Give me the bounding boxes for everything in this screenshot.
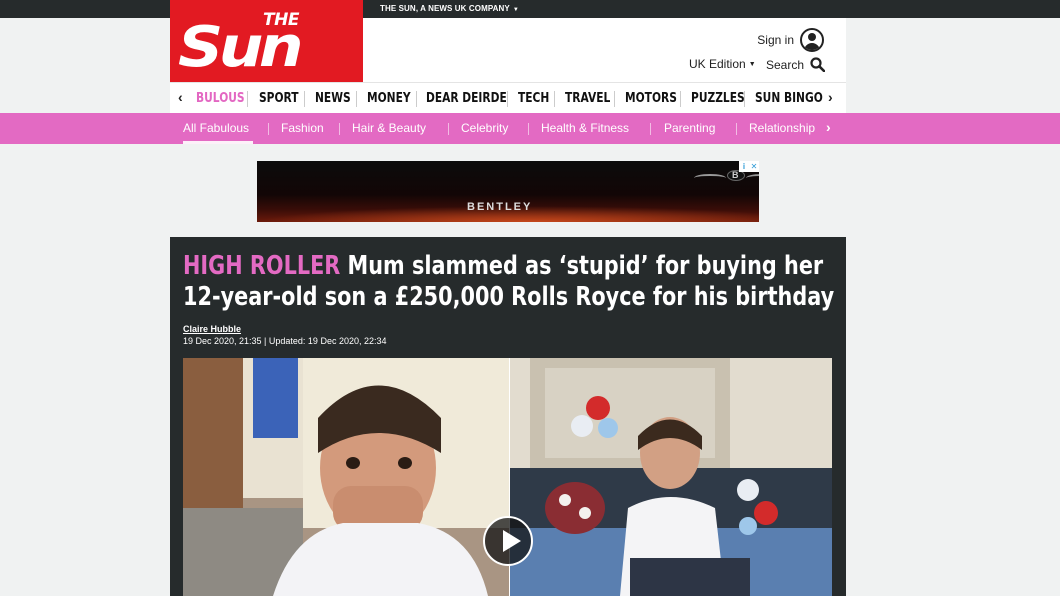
search-button[interactable]: Search xyxy=(766,57,826,72)
nav-divider xyxy=(744,91,745,107)
subnav-item-health-fitness[interactable]: Health & Fitness xyxy=(541,121,629,135)
nav-item-sport[interactable]: SPORT xyxy=(259,91,299,106)
video-thumbnail-left xyxy=(183,358,509,596)
subnav-item-fashion[interactable]: Fashion xyxy=(281,121,324,135)
search-label: Search xyxy=(766,57,805,72)
nav-item-sun-bingo[interactable]: SUN BINGO xyxy=(755,91,823,106)
nav-item-money[interactable]: MONEY xyxy=(367,91,411,106)
nav-divider xyxy=(554,91,555,107)
ad-close-icon[interactable]: ✕ xyxy=(749,161,759,172)
subnav-active-indicator xyxy=(183,141,253,144)
nav-divider xyxy=(416,91,417,107)
main-navigation: ‹ BULOUS SPORT NEWS MONEY DEAR DEIRDE TE… xyxy=(170,82,846,113)
nav-scroll-right-icon[interactable]: › xyxy=(828,89,833,105)
the-sun-logo[interactable]: THE Sun xyxy=(170,0,363,82)
edition-label: UK Edition xyxy=(689,57,746,71)
nav-item-fabulous[interactable]: BULOUS xyxy=(196,91,245,106)
boy-on-car-image xyxy=(510,358,832,596)
subnav-item-celebrity[interactable]: Celebrity xyxy=(461,121,508,135)
nav-item-puzzles[interactable]: PUZZLES xyxy=(691,91,745,106)
headline-kicker: HIGH ROLLER xyxy=(183,251,341,281)
chevron-down-icon: ▼ xyxy=(512,7,519,13)
ad-choices[interactable]: i ✕ xyxy=(739,161,759,172)
subnav-divider xyxy=(650,123,651,135)
author-link[interactable]: Claire Hubble xyxy=(183,324,241,334)
subnav-divider xyxy=(448,123,449,135)
subnav-item-hair-beauty[interactable]: Hair & Beauty xyxy=(352,121,426,135)
subnav-item-all-fabulous[interactable]: All Fabulous xyxy=(183,121,249,135)
video-player[interactable] xyxy=(183,358,832,596)
subnav-item-relationships[interactable]: Relationship xyxy=(749,121,815,135)
search-icon xyxy=(810,57,826,72)
ad-info-icon[interactable]: i xyxy=(739,161,749,172)
bentley-wing-right-icon xyxy=(746,174,759,182)
bentley-wing-left-icon xyxy=(694,174,726,182)
chevron-down-icon: ▼ xyxy=(748,61,756,68)
edition-selector[interactable]: UK Edition ▼ xyxy=(689,57,756,71)
boy-surprised-image xyxy=(183,358,509,596)
play-button[interactable] xyxy=(483,516,533,566)
subnav-divider xyxy=(339,123,340,135)
nav-item-dear-deirdre[interactable]: DEAR DEIRDE xyxy=(426,91,507,106)
nav-divider xyxy=(507,91,508,107)
company-label: THE SUN, A NEWS UK COMPANY xyxy=(380,4,510,13)
nav-item-tech[interactable]: TECH xyxy=(518,91,549,106)
subnav-divider xyxy=(268,123,269,135)
article-dates: 19 Dec 2020, 21:35 | Updated: 19 Dec 202… xyxy=(183,336,387,346)
nav-divider xyxy=(304,91,305,107)
subnav-divider xyxy=(528,123,529,135)
user-avatar-icon xyxy=(800,28,824,52)
sign-in-link[interactable]: Sign in xyxy=(757,28,824,52)
top-bar: THE SUN, A NEWS UK COMPANY ▼ xyxy=(0,0,1060,18)
site-header: THE Sun Sign in UK Edition ▼ Search xyxy=(170,0,846,82)
nav-divider xyxy=(614,91,615,107)
nav-item-news[interactable]: NEWS xyxy=(315,91,351,106)
article-header: HIGH ROLLER Mum slammed as ‘stupid’ for … xyxy=(170,237,846,596)
video-thumbnail-right xyxy=(510,358,832,596)
logo-sun-text: Sun xyxy=(178,15,304,80)
article-headline: HIGH ROLLER Mum slammed as ‘stupid’ for … xyxy=(183,251,839,313)
subnav-divider xyxy=(736,123,737,135)
nav-item-motors[interactable]: MOTORS xyxy=(625,91,677,106)
nav-divider xyxy=(247,91,248,107)
nav-scroll-left-icon[interactable]: ‹ xyxy=(178,89,183,105)
subnav-item-parenting[interactable]: Parenting xyxy=(664,121,715,135)
subnav-scroll-right-icon[interactable]: › xyxy=(826,119,831,135)
company-menu[interactable]: THE SUN, A NEWS UK COMPANY ▼ xyxy=(380,4,519,13)
bentley-advert[interactable]: BENTLEY xyxy=(257,161,759,222)
nav-divider xyxy=(680,91,681,107)
ad-brand-text: BENTLEY xyxy=(467,201,533,213)
sub-navigation: All Fabulous Fashion Hair & Beauty Celeb… xyxy=(0,113,1060,144)
nav-item-travel[interactable]: TRAVEL xyxy=(565,91,610,106)
nav-divider xyxy=(356,91,357,107)
sign-in-label: Sign in xyxy=(757,33,794,47)
